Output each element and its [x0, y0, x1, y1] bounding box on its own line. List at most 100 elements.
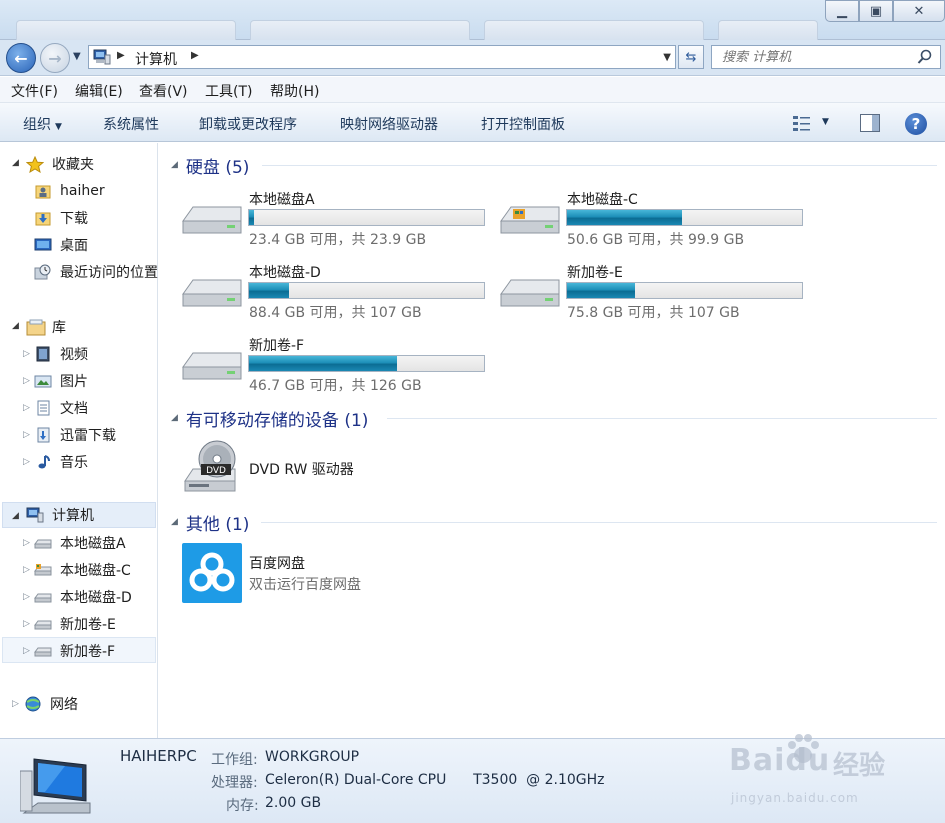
- sidebar-item-label: 新加卷-F: [60, 644, 116, 660]
- hard-drive-icon: [34, 643, 52, 659]
- recent-pages-dropdown[interactable]: ▼: [73, 51, 81, 62]
- organize-button[interactable]: 组织 ▼: [23, 114, 62, 134]
- search-icon[interactable]: [917, 49, 933, 65]
- expand-arrow-icon[interactable]: ◢: [12, 158, 19, 168]
- drive-free-space: 88.4 GB 可用，共 107 GB: [249, 305, 422, 321]
- system-properties-button[interactable]: 系统属性: [103, 114, 159, 134]
- baidu-netdisk-item[interactable]: 百度网盘 双击运行百度网盘: [181, 542, 401, 604]
- drive-free-space: 75.8 GB 可用，共 107 GB: [567, 305, 740, 321]
- sidebar-item-thunder-downloads[interactable]: 迅雷下载: [34, 423, 116, 447]
- dvd-drive-item[interactable]: DVD DVD RW 驱动器: [179, 439, 399, 495]
- map-network-drive-button[interactable]: 映射网络驱动器: [340, 114, 438, 134]
- sidebar-item-label: 迅雷下载: [60, 428, 116, 444]
- forward-button[interactable]: →: [40, 43, 70, 73]
- expand-arrow-icon[interactable]: ▷: [23, 430, 30, 440]
- expand-arrow-icon[interactable]: ▷: [23, 376, 30, 386]
- expand-arrow-icon[interactable]: ◢: [12, 511, 19, 521]
- sidebar-item-label: 视频: [60, 347, 88, 363]
- sidebar-item-desktop[interactable]: 桌面: [34, 233, 88, 257]
- hard-drive-icon: [182, 352, 242, 380]
- sidebar-item-drive-c[interactable]: 本地磁盘-C: [34, 558, 131, 582]
- network-icon: [24, 696, 42, 712]
- sidebar-item-documents[interactable]: 文档: [34, 396, 88, 420]
- drive-usage-fill: [249, 210, 254, 225]
- sidebar-item-network[interactable]: 网络: [24, 692, 78, 716]
- drive-free-space: 46.7 GB 可用，共 126 GB: [249, 378, 422, 394]
- sidebar-item-label: haiher: [60, 183, 105, 199]
- drive-usage-bar: [566, 282, 803, 299]
- background-tab: [484, 20, 704, 40]
- expand-arrow-icon[interactable]: ▷: [23, 592, 30, 602]
- pictures-library-icon: [34, 373, 52, 389]
- view-options-dropdown[interactable]: ▼: [822, 117, 829, 127]
- menu-view[interactable]: 查看(V): [139, 81, 188, 101]
- collapse-arrow-icon: ◢: [171, 160, 178, 170]
- breadcrumb-separator-icon[interactable]: ▶: [117, 50, 125, 61]
- back-button[interactable]: ←: [6, 43, 36, 73]
- drive-item[interactable]: 本地磁盘-D 88.4 GB 可用，共 107 GB: [179, 260, 489, 322]
- expand-arrow-icon[interactable]: ▷: [23, 565, 30, 575]
- sidebar-item-libraries[interactable]: 库: [26, 315, 66, 339]
- menu-file[interactable]: 文件(F): [11, 81, 58, 101]
- drive-usage-bar: [248, 355, 485, 372]
- group-header-other[interactable]: ◢ 其他 (1): [171, 511, 249, 535]
- close-button[interactable]: ✕: [893, 0, 945, 22]
- menu-help[interactable]: 帮助(H): [270, 81, 319, 101]
- breadcrumb-computer[interactable]: 计算机: [135, 49, 177, 69]
- sidebar-item-label: 最近访问的位置: [60, 265, 158, 281]
- uninstall-program-button[interactable]: 卸载或更改程序: [199, 114, 297, 134]
- open-control-panel-button[interactable]: 打开控制面板: [481, 114, 565, 134]
- expand-arrow-icon[interactable]: ◢: [12, 321, 19, 331]
- details-pane: HAIHERPC 工作组: WORKGROUP 处理器: Celeron(R) …: [0, 734, 945, 823]
- preview-pane-icon[interactable]: [860, 114, 880, 132]
- downloads-folder-icon: [34, 210, 52, 226]
- drive-item[interactable]: 新加卷-E 75.8 GB 可用，共 107 GB: [497, 260, 807, 322]
- organize-label: 组织: [23, 117, 51, 133]
- expand-arrow-icon[interactable]: ▷: [12, 699, 19, 709]
- sidebar-item-favorites[interactable]: 收藏夹: [25, 152, 94, 176]
- refresh-button[interactable]: ⇆: [678, 45, 704, 69]
- sidebar-item-pictures[interactable]: 图片: [34, 369, 88, 393]
- expand-arrow-icon[interactable]: ▷: [23, 538, 30, 548]
- drive-item[interactable]: 新加卷-F 46.7 GB 可用，共 126 GB: [179, 333, 489, 395]
- maximize-button[interactable]: ▣: [859, 0, 893, 22]
- group-divider: [387, 418, 937, 419]
- help-icon[interactable]: ?: [905, 113, 927, 135]
- navigation-pane: ◢ 收藏夹 haiher 下载 桌面 最近访问的位置 ◢ 库 ▷ 视频 ▷ 图片…: [0, 143, 158, 738]
- forward-arrow-icon: →: [48, 48, 62, 68]
- collapse-arrow-icon: ◢: [171, 413, 178, 423]
- menu-tools[interactable]: 工具(T): [205, 81, 252, 101]
- sidebar-item-drive-a[interactable]: 本地磁盘A: [34, 531, 126, 555]
- expand-arrow-icon[interactable]: ▷: [23, 403, 30, 413]
- minimize-icon: ▁: [837, 3, 847, 19]
- menu-bar: 文件(F) 编辑(E) 查看(V) 工具(T) 帮助(H): [0, 77, 945, 103]
- search-input[interactable]: [712, 46, 902, 68]
- sidebar-item-recent-places[interactable]: 最近访问的位置: [34, 260, 158, 284]
- breadcrumb-separator-icon[interactable]: ▶: [191, 50, 199, 61]
- menu-edit[interactable]: 编辑(E): [75, 81, 123, 101]
- expand-arrow-icon[interactable]: ▷: [23, 457, 30, 467]
- close-icon: ✕: [913, 3, 925, 19]
- group-header-hard-disks[interactable]: ◢ 硬盘 (5): [171, 154, 249, 178]
- drive-item[interactable]: 本地磁盘-C 50.6 GB 可用，共 99.9 GB: [497, 187, 807, 249]
- drive-item[interactable]: 本地磁盘A 23.4 GB 可用，共 23.9 GB: [179, 187, 489, 249]
- sidebar-item-music[interactable]: 音乐: [34, 450, 88, 474]
- drive-usage-fill: [249, 283, 289, 298]
- sidebar-item-computer[interactable]: 计算机: [26, 503, 94, 527]
- sidebar-item-label: 图片: [60, 374, 88, 390]
- sidebar-item-drive-e[interactable]: 新加卷-E: [34, 612, 116, 636]
- minimize-button[interactable]: ▁: [825, 0, 859, 22]
- address-history-dropdown[interactable]: ▼: [663, 52, 671, 63]
- sidebar-item-haiher[interactable]: haiher: [34, 179, 105, 203]
- sidebar-item-drive-d[interactable]: 本地磁盘-D: [34, 585, 132, 609]
- group-header-removable[interactable]: ◢ 有可移动存储的设备 (1): [171, 407, 368, 431]
- sidebar-item-downloads[interactable]: 下载: [34, 206, 88, 230]
- sidebar-item-drive-f[interactable]: 新加卷-F: [34, 639, 115, 663]
- sidebar-item-label: 音乐: [60, 455, 88, 471]
- expand-arrow-icon[interactable]: ▷: [23, 646, 30, 656]
- expand-arrow-icon[interactable]: ▷: [23, 619, 30, 629]
- expand-arrow-icon[interactable]: ▷: [23, 349, 30, 359]
- change-view-icon[interactable]: [792, 114, 812, 132]
- address-bar[interactable]: ▶ 计算机 ▶ ▼: [88, 45, 676, 69]
- sidebar-item-videos[interactable]: 视频: [34, 342, 88, 366]
